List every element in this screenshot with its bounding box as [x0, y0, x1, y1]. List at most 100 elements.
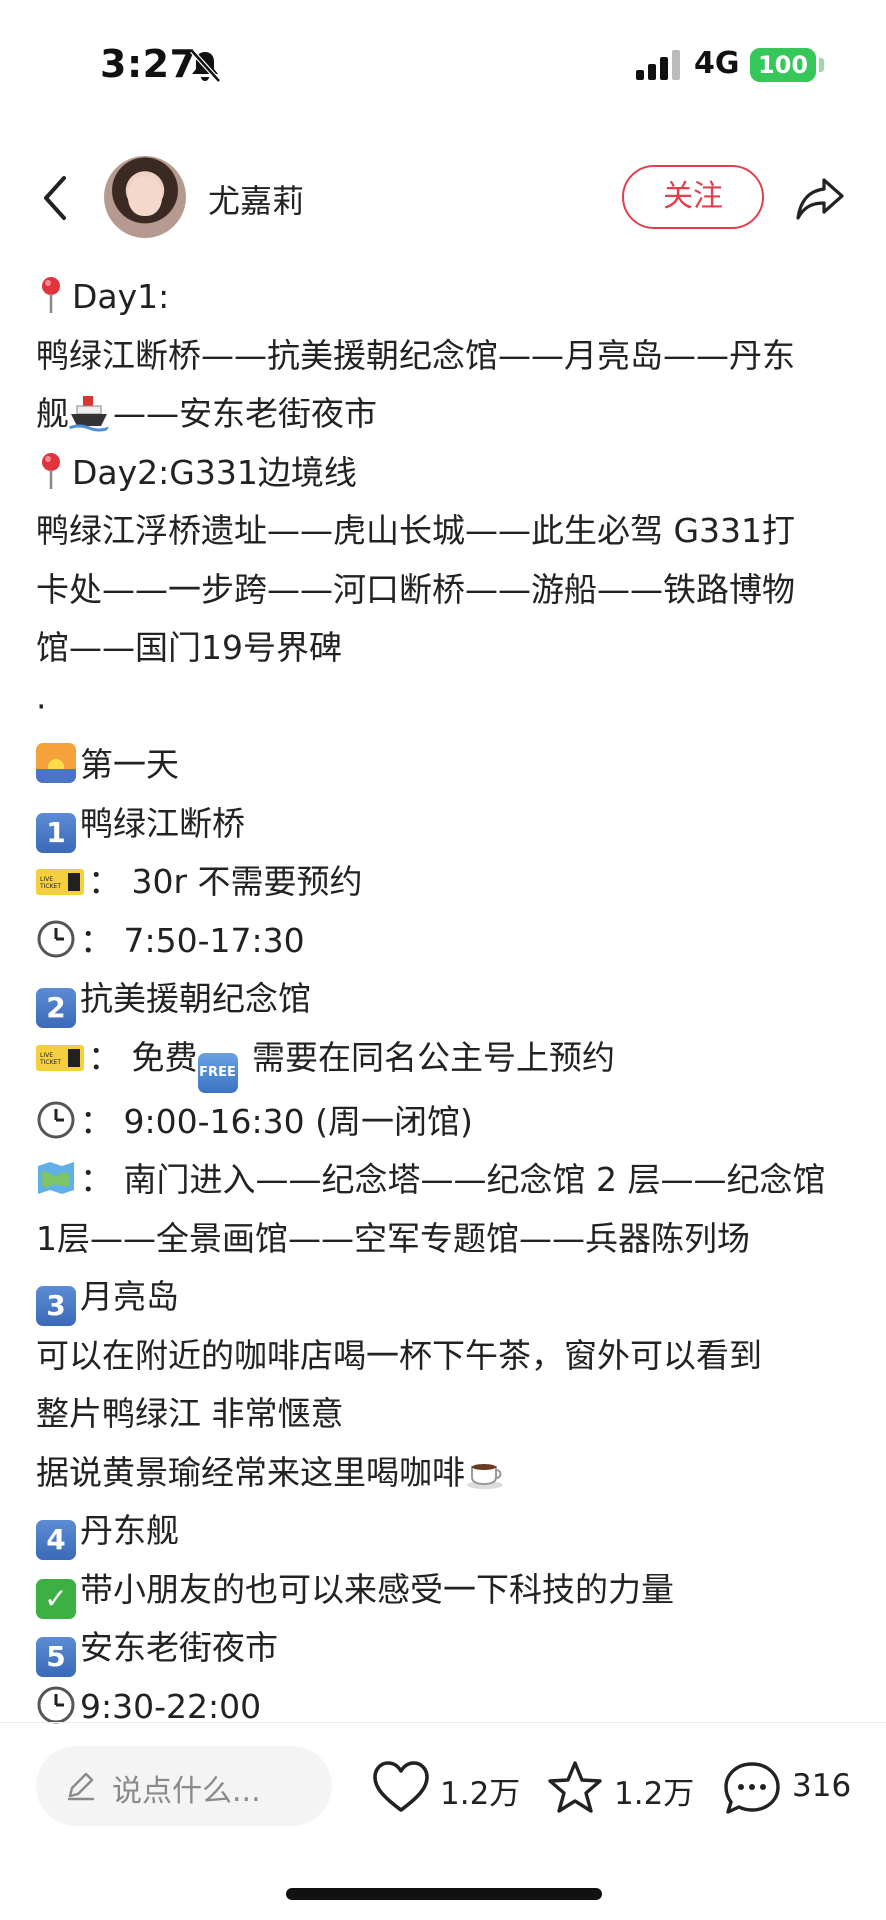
svg-text:TICKET: TICKET — [39, 1059, 61, 1066]
status-time: 3:27 — [100, 42, 197, 86]
content-line: 卡处——一步跨——河口断桥——游船——铁路博物 — [36, 561, 856, 620]
favorite-button[interactable]: 1.2万 — [546, 1756, 694, 1820]
content-line: ： 7:50-17:30 — [36, 912, 856, 971]
pin-icon — [42, 452, 60, 489]
line-text: 馆——国门19号界碑 — [36, 628, 342, 667]
content-line: LIVE TICKET： 免费 FREE 需要在同名公主号上预约 — [36, 1029, 856, 1093]
line-text-after: 需要在同名公主号上预约 — [241, 1037, 615, 1077]
follow-button[interactable]: 关注 — [622, 165, 764, 229]
bottom-divider — [0, 1722, 886, 1723]
battery-indicator: 100 — [750, 48, 816, 82]
pin-icon — [42, 277, 60, 313]
line-text: 鸭绿江断桥 — [80, 803, 245, 843]
line-text: 9:30-22:00 — [80, 1686, 262, 1726]
battery-cap — [819, 58, 824, 72]
sunrise-icon — [36, 743, 76, 783]
content-line: 第一天 — [36, 736, 856, 795]
like-button[interactable]: 1.2万 — [372, 1756, 520, 1820]
content-line: 鸭绿江浮桥遗址——虎山长城——此生必驾 G331打 — [36, 502, 856, 561]
content-line: ✓ 带小朋友的也可以来感受一下科技的力量 — [36, 1561, 856, 1620]
content-line: Day1: — [36, 268, 856, 327]
content-line: 3 月亮岛 — [36, 1268, 856, 1327]
content-line: 整片鸭绿江 非常惬意 — [36, 1385, 856, 1444]
line-text: ： 7:50-17:30 — [80, 920, 305, 960]
signal-icon — [636, 50, 680, 80]
bell-off-icon — [190, 49, 221, 83]
line-text: 鸭绿江断桥——抗美援朝纪念馆——月亮岛——丹东 — [36, 335, 795, 375]
line-text: 带小朋友的也可以来感受一下科技的力量 — [80, 1569, 674, 1609]
line-text: 丹东舰 — [80, 1511, 179, 1550]
content-line: 馆——国门19号界碑 — [36, 619, 856, 678]
star-icon — [548, 1761, 602, 1813]
back-icon[interactable] — [36, 170, 76, 226]
line-text: 整片鸭绿江 非常惬意 — [36, 1394, 344, 1433]
line-text: 卡处——一步跨——河口断桥——游船——铁路博物 — [36, 569, 795, 609]
content-line: 1层——全景画馆——空军专题馆——兵器陈列场 — [36, 1210, 856, 1269]
content-line: 据说黄景瑜经常来这里喝咖啡 — [36, 1444, 856, 1503]
line-text: 1层——全景画馆——空军专题馆——兵器陈列场 — [36, 1218, 750, 1258]
comment-icon — [724, 1762, 780, 1814]
line-text: 鸭绿江浮桥遗址——虎山长城——此生必驾 G331打 — [36, 511, 796, 550]
svg-text:LIVE: LIVE — [40, 876, 53, 883]
line-text: ： 30r 不需要预约 — [88, 862, 363, 901]
free-icon: FREE — [197, 1052, 238, 1093]
line-text: 安东老街夜市 — [80, 1628, 278, 1667]
line-text: ： 9:00-16:30 (周一闭馆) — [80, 1101, 473, 1141]
line-text: 抗美援朝纪念馆 — [80, 979, 311, 1018]
content-line: LIVE TICKET： 30r 不需要预约 — [36, 853, 856, 912]
line-text: ： 免费 — [88, 1037, 198, 1077]
comment-count: 316 — [792, 1768, 852, 1804]
comment-button[interactable]: 316 — [722, 1756, 852, 1820]
line-text: 月亮岛 — [80, 1277, 179, 1316]
content-line: 鸭绿江断桥——抗美援朝纪念馆——月亮岛——丹东 — [36, 327, 856, 386]
heart-icon — [373, 1761, 429, 1812]
check-icon: ✓ — [36, 1578, 76, 1619]
line-text: ： 南门进入——纪念塔——纪念馆 2 层——纪念馆 — [80, 1160, 826, 1199]
home-indicator — [286, 1888, 602, 1900]
clock-icon — [37, 920, 75, 957]
clock-icon — [37, 1101, 75, 1138]
svg-text:TICKET: TICKET — [39, 883, 61, 890]
post-content: Day1: 鸭绿江断桥——抗美援朝纪念馆——月亮岛——丹东舰 ——安东老街夜市 Day… — [36, 268, 856, 1736]
line-text: 舰 — [36, 394, 69, 433]
content-line: 4 丹东舰 — [36, 1502, 856, 1561]
clock-icon — [37, 1686, 75, 1723]
line-text: · — [36, 686, 47, 726]
number-3-icon: 3 — [36, 1286, 76, 1326]
line-text: 据说黄景瑜经常来这里喝咖啡 — [36, 1452, 465, 1492]
comment-placeholder: 说点什么... — [112, 1774, 261, 1809]
content-line: 9:30-22:00 — [36, 1678, 856, 1737]
coffee-icon — [467, 1463, 503, 1489]
ticket-icon: LIVETICKET — [36, 869, 84, 895]
share-icon[interactable] — [794, 174, 846, 222]
line-text: 第一天 — [80, 745, 179, 784]
svg-text:LIVE: LIVE — [40, 1052, 53, 1059]
line-text: Day2:G331边境线 — [72, 452, 357, 492]
content-line: Day2:G331边境线 — [36, 444, 856, 503]
content-line: 1 鸭绿江断桥 — [36, 795, 856, 854]
post-header: 尤嘉莉 关注 — [0, 150, 886, 250]
content-line: ： 南门进入——纪念塔——纪念馆 2 层——纪念馆 — [36, 1151, 856, 1210]
number-1-icon: 1 — [36, 812, 76, 853]
author-name[interactable]: 尤嘉莉 — [208, 176, 304, 222]
content-line: · — [36, 678, 856, 737]
avatar[interactable] — [104, 156, 186, 238]
like-count: 1.2万 — [440, 1776, 521, 1812]
content-line: 舰 ——安东老街夜市 — [36, 385, 856, 444]
line-text: 可以在附近的咖啡店喝一杯下午茶，窗外可以看到 — [36, 1335, 762, 1375]
content-line: 2 抗美援朝纪念馆 — [36, 970, 856, 1029]
number-4-icon: 4 — [36, 1520, 76, 1560]
ticket-icon: LIVETICKET — [36, 1044, 84, 1071]
content-line: 可以在附近的咖啡店喝一杯下午茶，窗外可以看到 — [36, 1327, 856, 1386]
content-line: 5 安东老街夜市 — [36, 1619, 856, 1678]
network-type: 4G — [694, 46, 740, 81]
pen-icon — [67, 1772, 95, 1801]
content-line: ： 9:00-16:30 (周一闭馆) — [36, 1093, 856, 1152]
number-5-icon: 5 — [36, 1637, 76, 1677]
comment-input[interactable]: 说点什么... — [36, 1746, 332, 1826]
favorite-count: 1.2万 — [614, 1776, 695, 1812]
map-icon — [38, 1162, 74, 1194]
line-text-after: ——安东老街夜市 — [113, 394, 377, 433]
line-text: Day1: — [72, 277, 170, 316]
ship-icon — [69, 396, 109, 432]
